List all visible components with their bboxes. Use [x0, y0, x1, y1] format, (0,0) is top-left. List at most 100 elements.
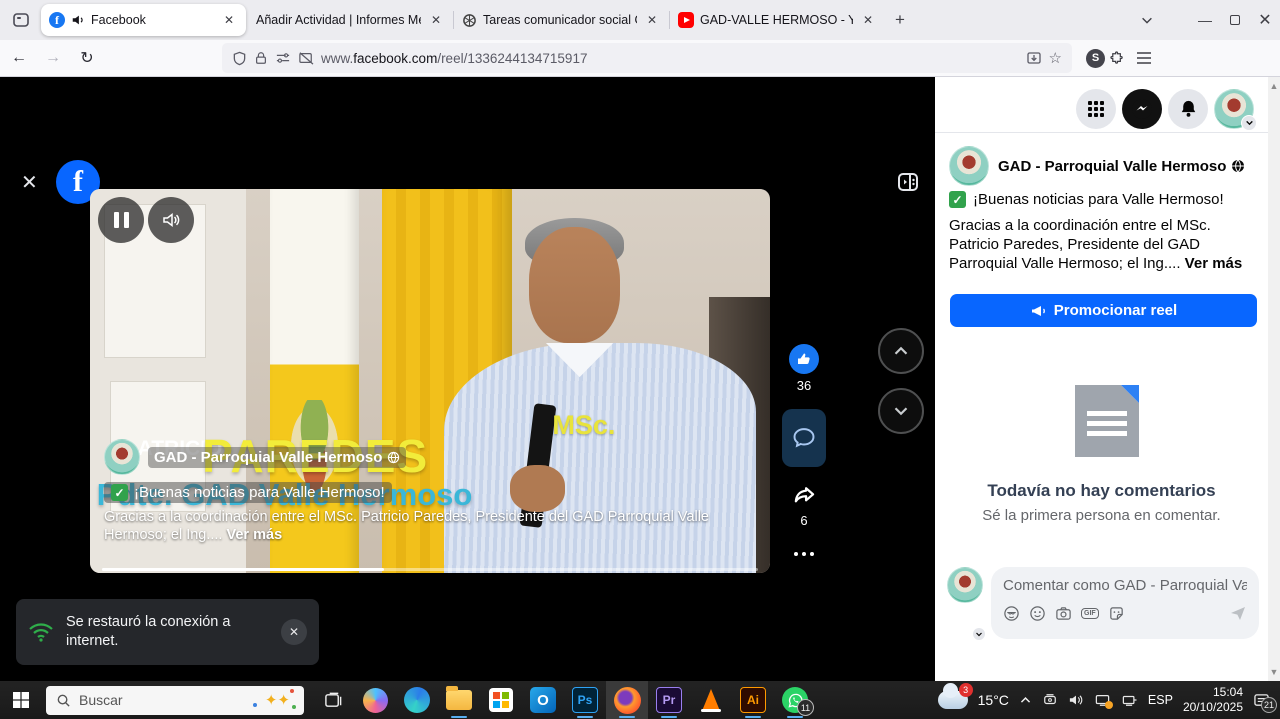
temperature-label[interactable]: 15°C — [978, 692, 1009, 708]
avatar-sticker-icon[interactable] — [1003, 605, 1020, 622]
edge-button[interactable] — [396, 681, 438, 719]
page-avatar[interactable] — [104, 439, 140, 475]
close-reel-icon[interactable]: ✕ — [21, 170, 38, 195]
toast-close-icon[interactable]: ✕ — [281, 619, 307, 645]
hidden-icons-chevron[interactable] — [1019, 694, 1032, 707]
account-menu-button[interactable] — [1214, 89, 1254, 129]
language-indicator[interactable]: ESP — [1148, 693, 1173, 707]
taskbar-clock[interactable]: 15:04 20/10/2025 — [1183, 685, 1243, 715]
next-reel-button[interactable] — [878, 388, 924, 434]
comment-input[interactable]: Comentar como GAD - Parroquial Vall... G… — [991, 567, 1259, 639]
mute-button[interactable] — [148, 197, 194, 243]
tab-close-icon[interactable]: ✕ — [859, 11, 877, 29]
scroll-down-icon[interactable]: ▼ — [1268, 667, 1280, 677]
share-button[interactable]: 6 — [790, 481, 818, 528]
permissions-icon[interactable] — [275, 51, 291, 65]
maximize-button[interactable] — [1220, 5, 1250, 35]
extensions-puzzle-icon[interactable] — [1109, 50, 1126, 67]
pause-button[interactable] — [98, 197, 144, 243]
tab-close-icon[interactable]: ✕ — [643, 11, 661, 29]
reel-caption[interactable]: Gracias a la coordinación entre el MSc. … — [104, 509, 764, 544]
shield-icon[interactable] — [232, 51, 247, 66]
vlc-button[interactable] — [690, 681, 732, 719]
back-button[interactable]: ← — [4, 43, 34, 73]
new-tab-button[interactable]: + — [885, 10, 915, 30]
clock-date: 20/10/2025 — [1183, 700, 1243, 715]
minimize-button[interactable]: — — [1190, 5, 1220, 35]
tab-close-icon[interactable]: ✕ — [220, 11, 238, 29]
premiere-button[interactable]: Pr — [648, 681, 690, 719]
reel-page-name[interactable]: GAD - Parroquial Valle Hermoso — [148, 447, 406, 468]
file-explorer-button[interactable] — [438, 681, 480, 719]
extension-s-icon[interactable]: S — [1086, 49, 1105, 68]
url-text[interactable]: www.facebook.com/reel/1336244134715917 — [321, 51, 1019, 66]
bell-icon — [1179, 99, 1198, 118]
task-view-button[interactable] — [312, 681, 354, 719]
copilot-button[interactable] — [354, 681, 396, 719]
tab-youtube[interactable]: GAD-VALLE HERMOSO - YouTu ✕ — [670, 4, 885, 36]
save-page-icon[interactable] — [1026, 50, 1042, 66]
address-bar[interactable]: www.facebook.com/reel/1336244134715917 ☆ — [222, 43, 1072, 73]
firefox-view-icon[interactable] — [8, 7, 34, 33]
notification-center-button[interactable]: 21 — [1253, 693, 1270, 708]
network-icon[interactable] — [1121, 693, 1138, 707]
tab-audio-icon[interactable] — [71, 13, 85, 27]
share-icon — [790, 481, 818, 509]
tab-title: GAD-VALLE HERMOSO - YouTu — [700, 13, 853, 27]
more-options-icon[interactable] — [794, 552, 814, 556]
video-progress-bar[interactable] — [102, 568, 758, 571]
reel-headline: ¡Buenas noticias para Valle Hermoso! — [134, 484, 385, 501]
messenger-button[interactable] — [1122, 89, 1162, 129]
like-button[interactable] — [789, 344, 819, 374]
lock-icon[interactable] — [254, 51, 268, 65]
camera-icon[interactable] — [1055, 605, 1072, 622]
reload-button[interactable]: ↻ — [72, 43, 102, 73]
see-more-link[interactable]: Ver más — [227, 527, 283, 543]
sidebar-scrollbar[interactable]: ▲ ▼ — [1268, 77, 1280, 681]
apps-menu-button[interactable] — [1076, 89, 1116, 129]
store-icon — [489, 688, 513, 712]
toggle-sidebar-icon[interactable] — [895, 169, 921, 195]
grid-icon — [1087, 100, 1105, 118]
list-all-tabs-icon[interactable] — [1132, 5, 1162, 35]
notifications-button[interactable] — [1168, 89, 1208, 129]
sticker-icon[interactable] — [1108, 605, 1125, 622]
notification-badge: 21 — [1261, 697, 1277, 713]
tab-facebook[interactable]: f Facebook ✕ — [41, 4, 246, 36]
microsoft-store-button[interactable] — [480, 681, 522, 719]
menu-hamburger-icon[interactable] — [1136, 51, 1152, 65]
messenger-icon — [1132, 99, 1152, 119]
tab-close-icon[interactable]: ✕ — [427, 11, 445, 29]
sidebar-page-row[interactable]: GAD - Parroquial Valle Hermoso — [949, 146, 1245, 186]
forward-button[interactable]: → — [38, 43, 68, 73]
illustrator-button[interactable]: Ai — [732, 681, 774, 719]
bookmark-star-icon[interactable]: ☆ — [1049, 49, 1062, 67]
sidebar-page-name[interactable]: GAD - Parroquial Valle Hermoso — [998, 158, 1245, 175]
see-more-link[interactable]: Ver más — [1185, 255, 1243, 272]
emoji-icon[interactable] — [1029, 605, 1046, 622]
tab-informes[interactable]: Añadir Actividad | Informes Mensua ✕ — [248, 4, 453, 36]
page-avatar[interactable] — [949, 146, 989, 186]
photoshop-button[interactable]: Ps — [564, 681, 606, 719]
send-comment-icon[interactable] — [1229, 604, 1247, 622]
reel-video[interactable]: MSc. ATRICIO PAREDES Pdte. GAD Valle Her… — [90, 189, 770, 573]
volume-icon[interactable] — [1068, 693, 1084, 707]
tray-display-alert-icon[interactable] — [1094, 693, 1111, 707]
whatsapp-button[interactable]: 11 — [774, 681, 816, 719]
previous-reel-button[interactable] — [878, 328, 924, 374]
scroll-up-icon[interactable]: ▲ — [1268, 81, 1280, 91]
weather-icon[interactable]: 3 — [938, 691, 968, 709]
close-window-button[interactable]: ✕ — [1250, 5, 1280, 35]
comments-button[interactable] — [782, 409, 826, 467]
composer-avatar[interactable] — [947, 567, 983, 639]
firefox-button[interactable] — [606, 681, 648, 719]
outlook-button[interactable]: O — [522, 681, 564, 719]
tray-device-icon[interactable] — [1042, 693, 1058, 707]
gif-icon[interactable]: GIF — [1081, 608, 1099, 619]
promote-reel-button[interactable]: Promocionar reel — [950, 294, 1257, 327]
taskbar-search[interactable]: Buscar ✦✦ — [46, 686, 304, 715]
start-button[interactable] — [0, 681, 42, 719]
reel-page-row[interactable]: GAD - Parroquial Valle Hermoso — [104, 439, 406, 475]
tab-tareas[interactable]: Tareas comunicador social GAD ✕ — [454, 4, 669, 36]
autoplay-blocked-icon[interactable] — [298, 51, 314, 65]
